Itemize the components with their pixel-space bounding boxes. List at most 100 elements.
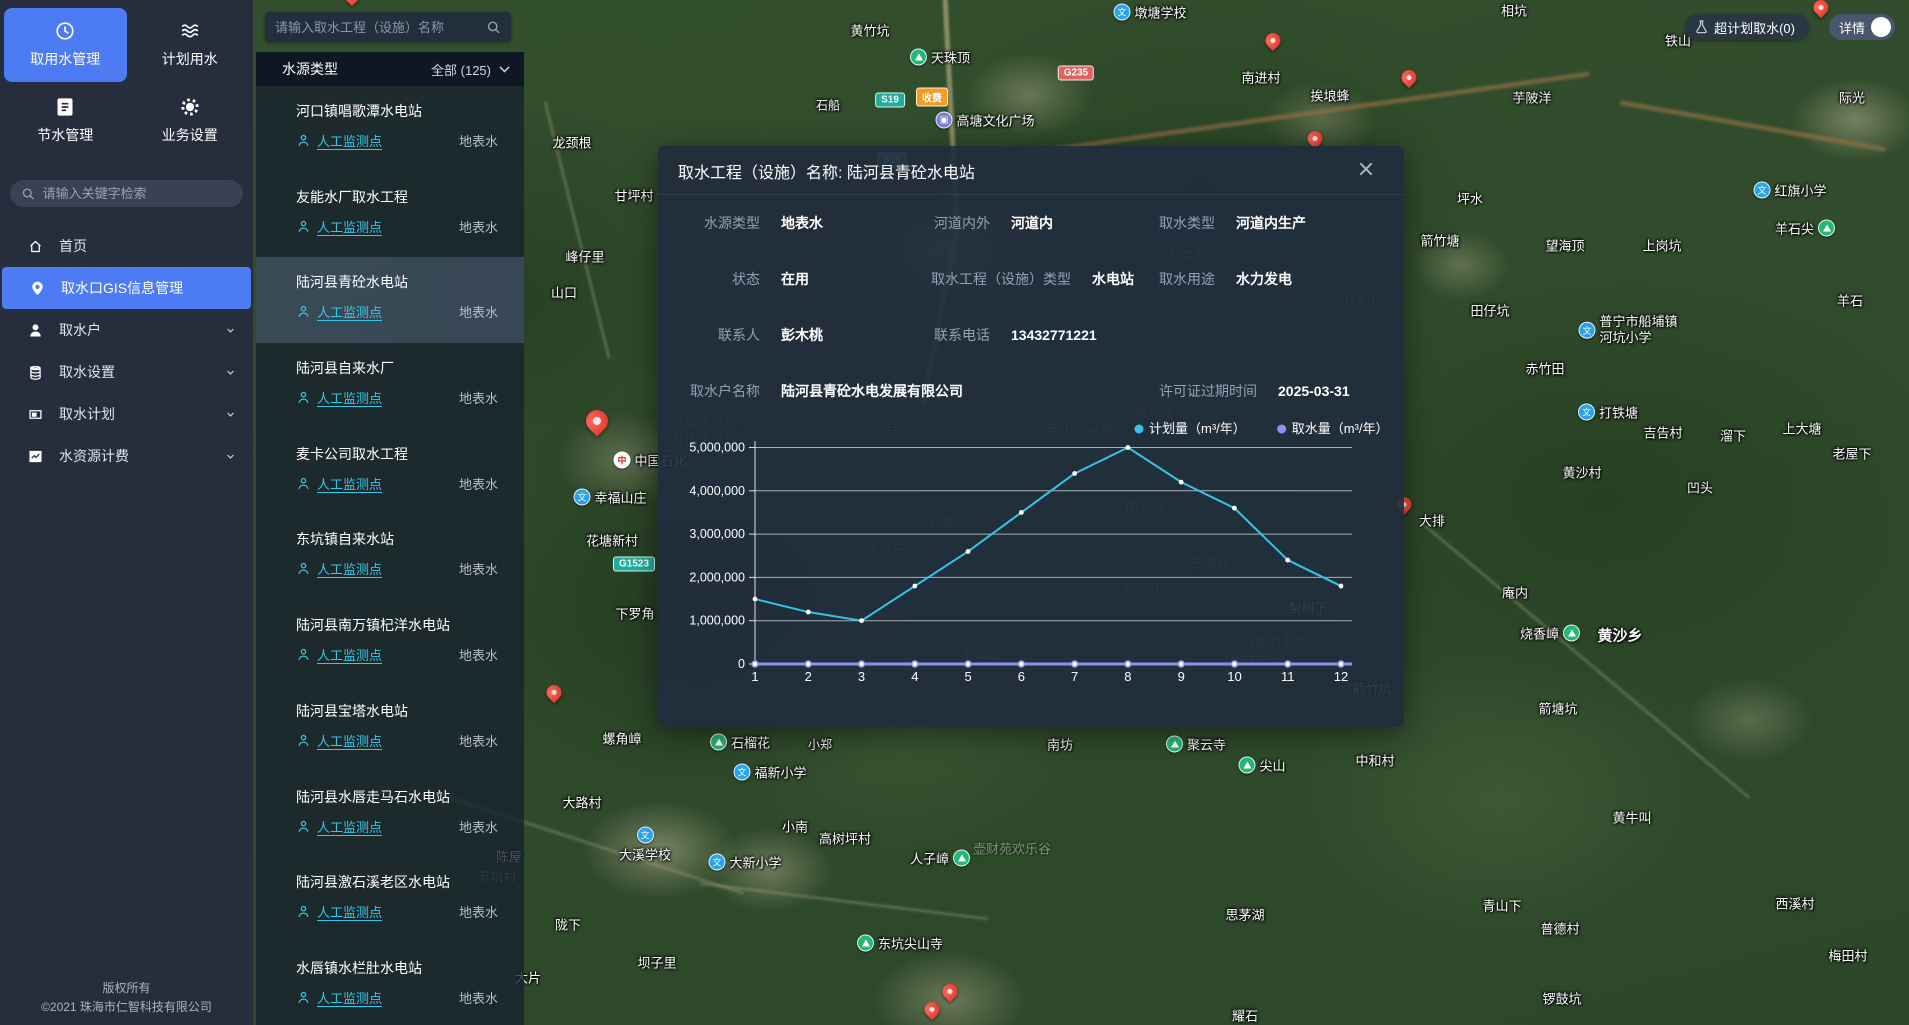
- map-pin-icon[interactable]: [543, 682, 564, 703]
- sidebar: 取用水管理计划用水节水管理业务设置 首页取水口GIS信息管理取水户取水设置取水计…: [0, 0, 253, 1025]
- map-label-text: 壶财苑欢乐谷: [973, 839, 1051, 858]
- map-label-text: 红旗小学: [1774, 181, 1826, 200]
- sidebar-menu-item-2[interactable]: 取水口GIS信息管理: [2, 267, 251, 309]
- app-button-3[interactable]: 节水管理: [4, 84, 127, 158]
- mountain-poi-icon: [910, 49, 927, 66]
- svg-text:1,000,000: 1,000,000: [689, 614, 745, 628]
- map-pin-icon[interactable]: [581, 405, 612, 436]
- map-label-text: 陇下: [555, 915, 581, 934]
- field-value: 在用: [781, 269, 809, 289]
- station-list-item[interactable]: 麦卡公司取水工程人工监测点地表水: [256, 429, 524, 515]
- water-source-type: 地表水: [459, 817, 498, 836]
- sidebar-menu-item-1[interactable]: 首页: [0, 225, 253, 267]
- station-name: 陆河县自来水厂: [296, 358, 498, 378]
- chevron-down-icon: [224, 366, 237, 379]
- svg-text:10: 10: [1227, 669, 1241, 684]
- detail-toggle[interactable]: 详情: [1829, 14, 1895, 40]
- map-label: 梅田村: [1828, 946, 1867, 965]
- map-label-text: 中和村: [1355, 751, 1394, 770]
- app-button-4[interactable]: 业务设置: [129, 84, 252, 158]
- svg-text:0: 0: [738, 657, 745, 671]
- school-poi-icon: 文: [636, 827, 653, 844]
- field-label: 河道内外: [931, 213, 990, 233]
- water-source-type: 地表水: [459, 302, 498, 321]
- over-plan-water-button[interactable]: 超计划取水(0): [1685, 14, 1809, 40]
- sidebar-menu-item-6[interactable]: 水资源计费: [0, 435, 253, 477]
- station-name: 水唇镇水栏肚水电站: [296, 958, 498, 978]
- field-value: 水电站: [1092, 269, 1134, 289]
- water-source-type: 地表水: [459, 645, 498, 664]
- monitor-point-tag: 人工监测点: [317, 131, 382, 150]
- station-list-item[interactable]: 陆河县自来水厂人工监测点地表水: [256, 343, 524, 429]
- station-name: 陆河县宝塔水电站: [296, 701, 498, 721]
- map-label-text: 尖山: [1259, 756, 1285, 775]
- map-pin-icon[interactable]: [1398, 67, 1419, 88]
- monitor-point-tag: 人工监测点: [317, 988, 382, 1007]
- map-pin-icon[interactable]: [1262, 30, 1283, 51]
- map-label: 东坑尖山寺: [857, 934, 943, 953]
- map-label: 壶财苑欢乐谷: [973, 839, 1051, 858]
- station-list-item[interactable]: 陆河县南万镇杞洋水电站人工监测点地表水: [256, 600, 524, 686]
- svg-text:计划量（m³/年）: 计划量（m³/年）: [1149, 421, 1246, 436]
- svg-text:2,000,000: 2,000,000: [689, 570, 745, 584]
- keyword-search[interactable]: [10, 180, 243, 207]
- over-plan-water-label: 超计划取水(0): [1714, 18, 1795, 37]
- station-name: 陆河县南万镇杞洋水电站: [296, 615, 498, 635]
- road-badge: 收费: [916, 88, 948, 107]
- map-label: 龙颈根: [552, 133, 591, 152]
- station-list-item[interactable]: 陆河县青砼水电站人工监测点地表水: [256, 257, 524, 343]
- map-label: 文大溪学校: [619, 827, 671, 864]
- svg-text:3: 3: [858, 669, 865, 684]
- svg-text:8: 8: [1124, 669, 1131, 684]
- map-label-text: 上岗坑: [1642, 236, 1681, 255]
- school-poi-icon: 文: [708, 854, 725, 871]
- map-label-text: 聚云寺: [1187, 735, 1226, 754]
- map-label-text: 烧香嶂: [1520, 624, 1559, 643]
- map-label: 吉告村: [1643, 423, 1682, 442]
- map-label-text: 凹头: [1687, 478, 1713, 497]
- station-list-item[interactable]: 陆河县宝塔水电站人工监测点地表水: [256, 686, 524, 772]
- source-type-filter[interactable]: 全部 (125): [431, 60, 510, 79]
- map-label-text: 高树坪村: [819, 829, 871, 848]
- map-pin-icon[interactable]: [939, 981, 960, 1002]
- close-icon[interactable]: [1356, 159, 1376, 179]
- sidebar-menu-item-4[interactable]: 取水设置: [0, 351, 253, 393]
- map-label: 思茅湖: [1225, 905, 1264, 924]
- map-road: [700, 882, 988, 920]
- station-list-item[interactable]: 陆河县激石溪老区水电站人工监测点地表水: [256, 857, 524, 943]
- keyword-search-input[interactable]: [43, 186, 231, 201]
- map-label: 耀石: [1232, 1006, 1258, 1025]
- map-label-text: 大溪学校: [619, 845, 671, 864]
- station-list-item[interactable]: 东坑镇自来水站人工监测点地表水: [256, 514, 524, 600]
- map-label-text: 石船: [816, 97, 840, 114]
- station-list-item[interactable]: 水唇镇水栏肚水电站人工监测点地表水: [256, 943, 524, 1025]
- station-chart: 01,000,0002,000,0003,000,0004,000,0005,0…: [658, 406, 1404, 706]
- station-list-item[interactable]: 友能水厂取水工程人工监测点地表水: [256, 172, 524, 258]
- mountain-poi-icon: [1238, 757, 1255, 774]
- map-pin-icon[interactable]: [921, 999, 942, 1020]
- map-label-text: 思茅湖: [1225, 905, 1264, 924]
- map-label: 尖山: [1238, 756, 1285, 775]
- sidebar-menu-item-5[interactable]: 取水计划: [0, 393, 253, 435]
- map-label: 下罗角: [615, 604, 654, 623]
- map-label-text: 南进村: [1241, 68, 1280, 87]
- map-label: 望海顶: [1545, 236, 1584, 255]
- water-source-type: 地表水: [459, 217, 498, 236]
- station-search[interactable]: [265, 12, 511, 42]
- plan-icon: [28, 407, 43, 422]
- station-search-input[interactable]: [275, 20, 479, 35]
- map-label-text: 上大塘: [1782, 419, 1821, 438]
- map-label-text: 大排: [1419, 511, 1445, 530]
- svg-text:5,000,000: 5,000,000: [689, 441, 745, 455]
- sidebar-menu-item-3[interactable]: 取水户: [0, 309, 253, 351]
- gas-station-icon: 中: [613, 452, 630, 469]
- station-name: 陆河县水唇走马石水电站: [296, 787, 498, 807]
- app-button-2[interactable]: 计划用水: [129, 8, 252, 82]
- station-list-item[interactable]: 陆河县水唇走马石水电站人工监测点地表水: [256, 772, 524, 858]
- station-list-item[interactable]: 河口镇唱歌潭水电站人工监测点地表水: [256, 86, 524, 172]
- app-button-1[interactable]: 取用水管理: [4, 8, 127, 82]
- map-label: 箭竹塘: [1420, 231, 1459, 250]
- chevron-down-icon: [499, 66, 510, 73]
- map-label-text: 羊石: [1837, 291, 1863, 310]
- field-value: 2025-03-31: [1278, 383, 1350, 399]
